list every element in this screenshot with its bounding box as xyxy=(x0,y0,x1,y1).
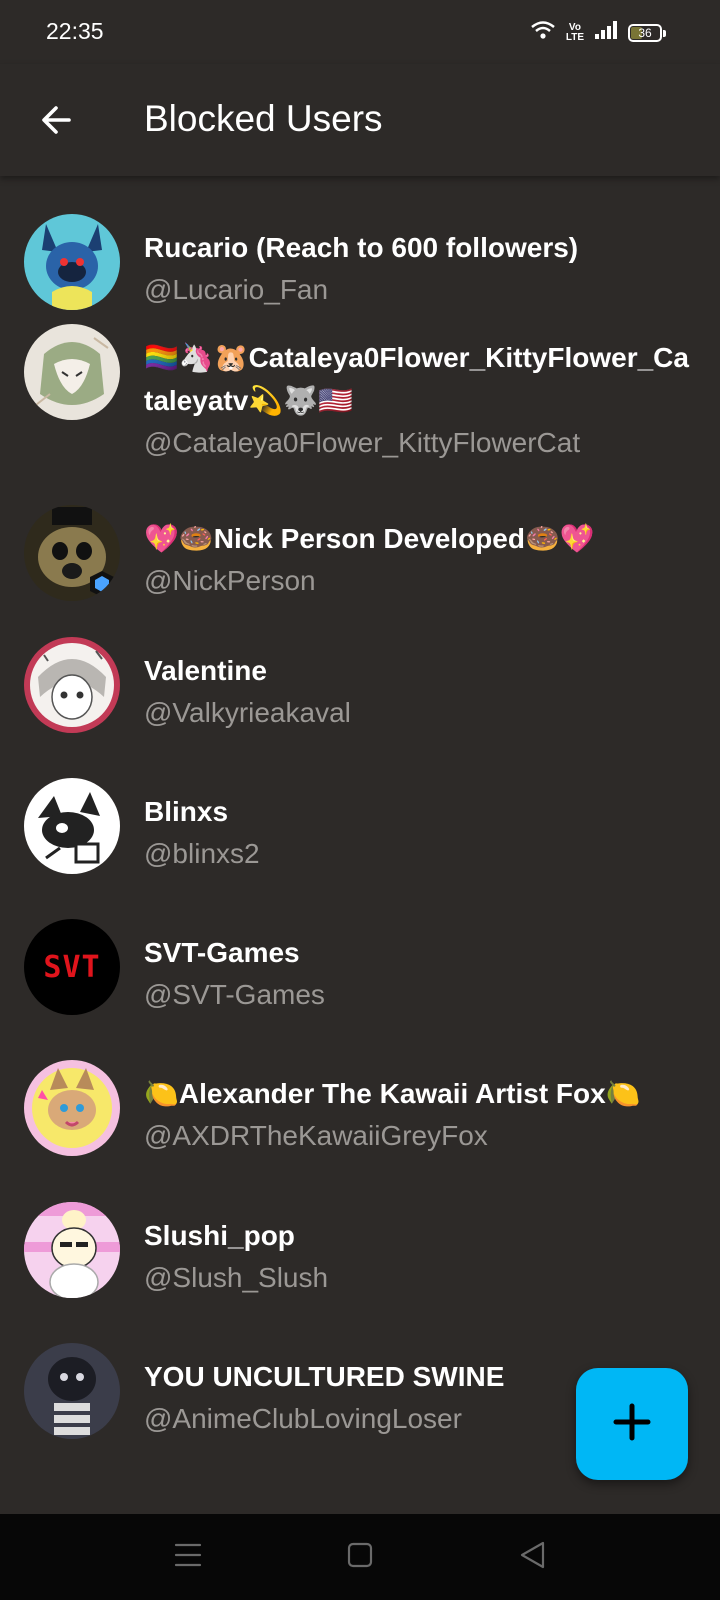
display-name: SVT-Games xyxy=(144,937,300,968)
back-triangle-icon xyxy=(519,1541,545,1574)
display-name: Valentine xyxy=(144,655,267,686)
sketch-avatar[interactable] xyxy=(24,324,120,420)
username: @blinxs2 xyxy=(144,838,260,869)
user-row[interactable]: SVT SVT-Games @SVT-Games xyxy=(0,919,720,1060)
user-row[interactable]: 🏳️‍🌈🦄🐹Cataleya0Flower_KittyFlower_Catale… xyxy=(0,320,720,497)
display-name: 💖🍩Nick Person Developed🍩💖 xyxy=(144,523,595,554)
dark-character-avatar[interactable] xyxy=(24,1343,120,1439)
username: @SVT-Games xyxy=(144,979,325,1010)
home-button[interactable] xyxy=(343,1540,377,1574)
battery-level: 36 xyxy=(638,25,652,40)
menu-button[interactable] xyxy=(171,1540,205,1574)
volte-icon: Vo LTE xyxy=(565,21,584,43)
manga-avatar[interactable] xyxy=(24,637,120,733)
signal-icon xyxy=(594,20,618,45)
pink-character-avatar[interactable] xyxy=(24,1202,120,1298)
user-row[interactable]: Slushi_pop @Slush_Slush xyxy=(0,1202,720,1343)
status-icons: Vo LTE 36 xyxy=(530,20,666,45)
battery-icon: 36 xyxy=(628,23,666,42)
display-name: Blinxs xyxy=(144,796,229,827)
fox-avatar[interactable] xyxy=(24,1060,120,1156)
svt-logo-avatar[interactable]: SVT xyxy=(24,919,120,1015)
display-name: Slushi_pop xyxy=(144,1220,295,1251)
user-row[interactable]: Blinxs @blinxs2 xyxy=(0,778,720,919)
username: @AXDRTheKawaiiGreyFox xyxy=(144,1120,488,1151)
volte-bottom-label: LTE xyxy=(565,31,584,43)
username: @Slush_Slush xyxy=(144,1262,329,1293)
username: @Valkyrieakaval xyxy=(144,697,351,728)
lucario-avatar[interactable] xyxy=(24,214,120,310)
status-time: 22:35 xyxy=(46,18,104,44)
cat-sketch-avatar[interactable] xyxy=(24,778,120,874)
back-nav-button[interactable] xyxy=(515,1540,549,1574)
blocked-users-list: Rucario (Reach to 600 followers) @Lucari… xyxy=(0,178,720,1514)
user-row[interactable]: 🍋Alexander The Kawaii Artist Fox🍋 @AXDRT… xyxy=(0,1060,720,1202)
user-row[interactable]: Valentine @Valkyrieakaval xyxy=(0,637,720,778)
username: @NickPerson xyxy=(144,565,316,596)
user-row[interactable]: 💖🍩Nick Person Developed🍩💖 @NickPerson xyxy=(0,497,720,637)
display-name: 🍋Alexander The Kawaii Artist Fox🍋 xyxy=(144,1078,641,1109)
back-button[interactable] xyxy=(30,96,82,148)
wifi-icon xyxy=(530,20,556,45)
display-name: Rucario (Reach to 600 followers) xyxy=(144,232,579,263)
display-name: 🏳️‍🌈🦄🐹Cataleya0Flower_KittyFlower_Catale… xyxy=(144,342,689,416)
menu-icon xyxy=(174,1542,202,1573)
status-bar: 22:35 Vo LTE 36 xyxy=(0,0,720,64)
username: @Lucario_Fan xyxy=(144,274,329,305)
volte-top-label: Vo xyxy=(568,21,581,33)
home-square-icon xyxy=(347,1542,373,1573)
username: @Cataleya0Flower_KittyFlowerCat xyxy=(144,427,581,458)
arrow-left-icon xyxy=(39,103,73,142)
page-title: Blocked Users xyxy=(144,98,383,139)
animatronic-avatar[interactable] xyxy=(24,505,120,601)
add-blocked-user-button[interactable] xyxy=(576,1368,688,1480)
user-row[interactable]: Rucario (Reach to 600 followers) @Lucari… xyxy=(0,178,720,320)
app-bar: Blocked Users xyxy=(0,64,720,176)
svt-logo-text: SVT xyxy=(43,949,101,985)
plus-icon xyxy=(612,1402,652,1447)
system-nav-bar xyxy=(0,1514,720,1600)
